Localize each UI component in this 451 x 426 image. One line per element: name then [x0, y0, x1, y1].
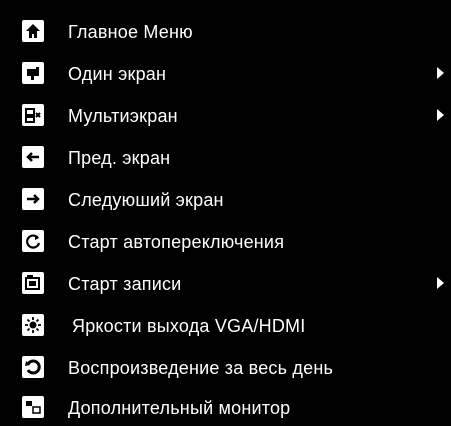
brightness-icon: [22, 314, 44, 336]
submenu-arrow-icon: [437, 109, 444, 121]
menu-item-single-screen[interactable]: Один экран: [0, 56, 451, 90]
menu-item-main-menu[interactable]: Главное Меню: [0, 14, 451, 48]
multi-screen-icon: [22, 104, 44, 126]
arrow-left-icon: [22, 146, 44, 168]
menu-item-label: Главное Меню: [68, 22, 193, 42]
menu-item-label: Воспроизведение за весь день: [68, 358, 334, 378]
single-screen-icon: [22, 62, 44, 84]
menu-item-label: Старт автопереключения: [68, 232, 285, 252]
home-icon: [22, 20, 44, 42]
submenu-arrow-icon: [437, 277, 444, 289]
menu-item-label: Следуюший экран: [68, 190, 224, 210]
aux-monitor-icon: [22, 396, 44, 418]
arrow-right-icon: [22, 188, 44, 210]
record-icon: [22, 272, 44, 294]
menu-item-auto-switch[interactable]: Старт автопереключения: [0, 224, 451, 258]
menu-item-prev-screen[interactable]: Пред. экран: [0, 140, 451, 174]
menu-item-label: Старт записи: [68, 274, 182, 294]
menu-item-label: Дополнительный монитор: [68, 398, 291, 418]
menu-item-next-screen[interactable]: Следуюший экран: [0, 182, 451, 216]
menu-item-start-recording[interactable]: Старт записи: [0, 266, 451, 300]
refresh-icon: [22, 230, 44, 252]
playback-icon: [22, 356, 44, 378]
menu-item-aux-monitor[interactable]: Дополнительный монитор: [0, 392, 451, 426]
menu-item-label: Мультиэкран: [68, 106, 178, 126]
menu-item-multi-screen[interactable]: Мультиэкран: [0, 98, 451, 132]
menu-item-label: Пред. экран: [68, 148, 171, 168]
menu-item-output-brightness[interactable]: Яркости выхода VGA/HDMI: [0, 308, 451, 342]
context-menu: Главное Меню Один экран Мультиэкран Пред…: [0, 0, 451, 425]
menu-item-label: Один экран: [68, 64, 167, 84]
menu-item-full-day-playback[interactable]: Воспроизведение за весь день: [0, 350, 451, 384]
menu-item-label: Яркости выхода VGA/HDMI: [72, 316, 306, 336]
submenu-arrow-icon: [437, 67, 444, 79]
